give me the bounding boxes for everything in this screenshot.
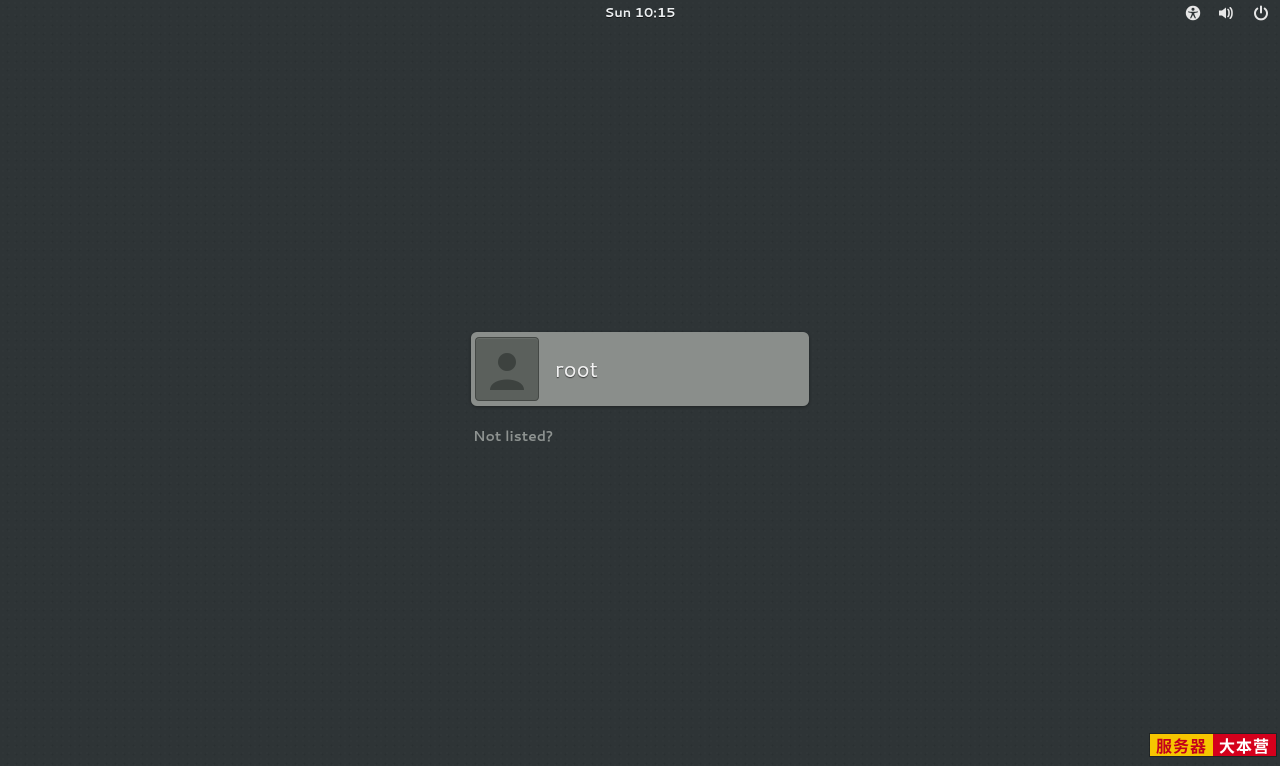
system-tray bbox=[1184, 0, 1270, 26]
top-bar: Sun 10:15 bbox=[0, 0, 1280, 26]
login-area: root Not listed? bbox=[471, 332, 809, 446]
user-card-root[interactable]: root bbox=[471, 332, 809, 406]
watermark: 服务器 大本营 bbox=[1150, 734, 1276, 756]
accessibility-icon[interactable] bbox=[1184, 4, 1202, 22]
user-name-label: root bbox=[555, 354, 598, 385]
clock-label: Sun 10:15 bbox=[605, 4, 676, 22]
watermark-left: 服务器 bbox=[1150, 734, 1213, 756]
volume-icon[interactable] bbox=[1218, 4, 1236, 22]
watermark-right: 大本营 bbox=[1213, 734, 1276, 756]
power-icon[interactable] bbox=[1252, 4, 1270, 22]
avatar-icon bbox=[475, 337, 539, 401]
not-listed-link[interactable]: Not listed? bbox=[471, 426, 553, 446]
